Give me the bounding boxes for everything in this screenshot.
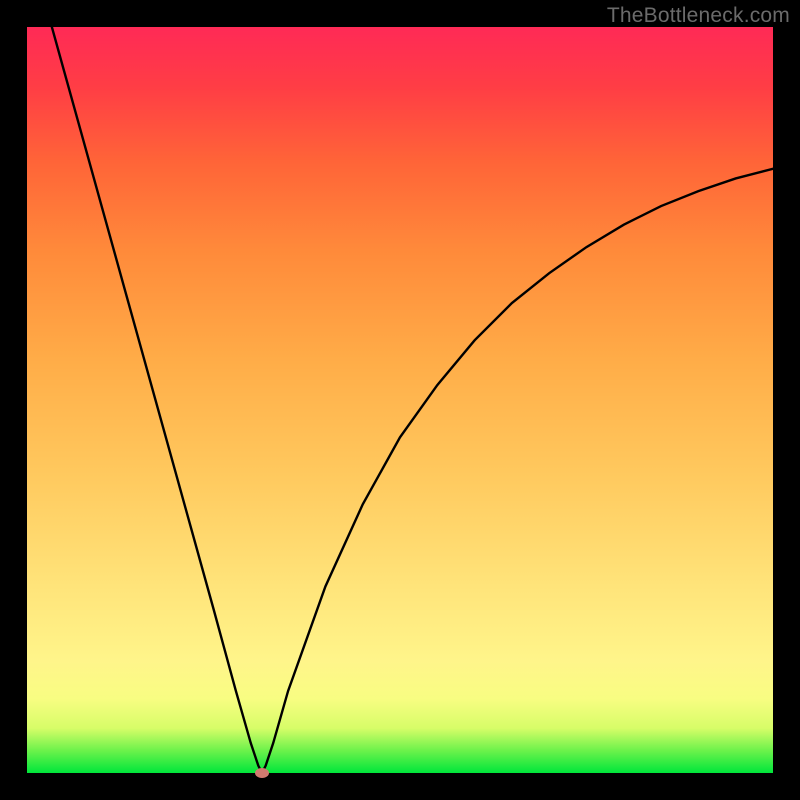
optimum-marker (255, 768, 269, 778)
plot-area (27, 27, 773, 773)
bottleneck-curve (27, 27, 773, 773)
chart-frame: TheBottleneck.com (0, 0, 800, 800)
curve-svg (27, 27, 773, 773)
watermark-text: TheBottleneck.com (607, 4, 790, 28)
